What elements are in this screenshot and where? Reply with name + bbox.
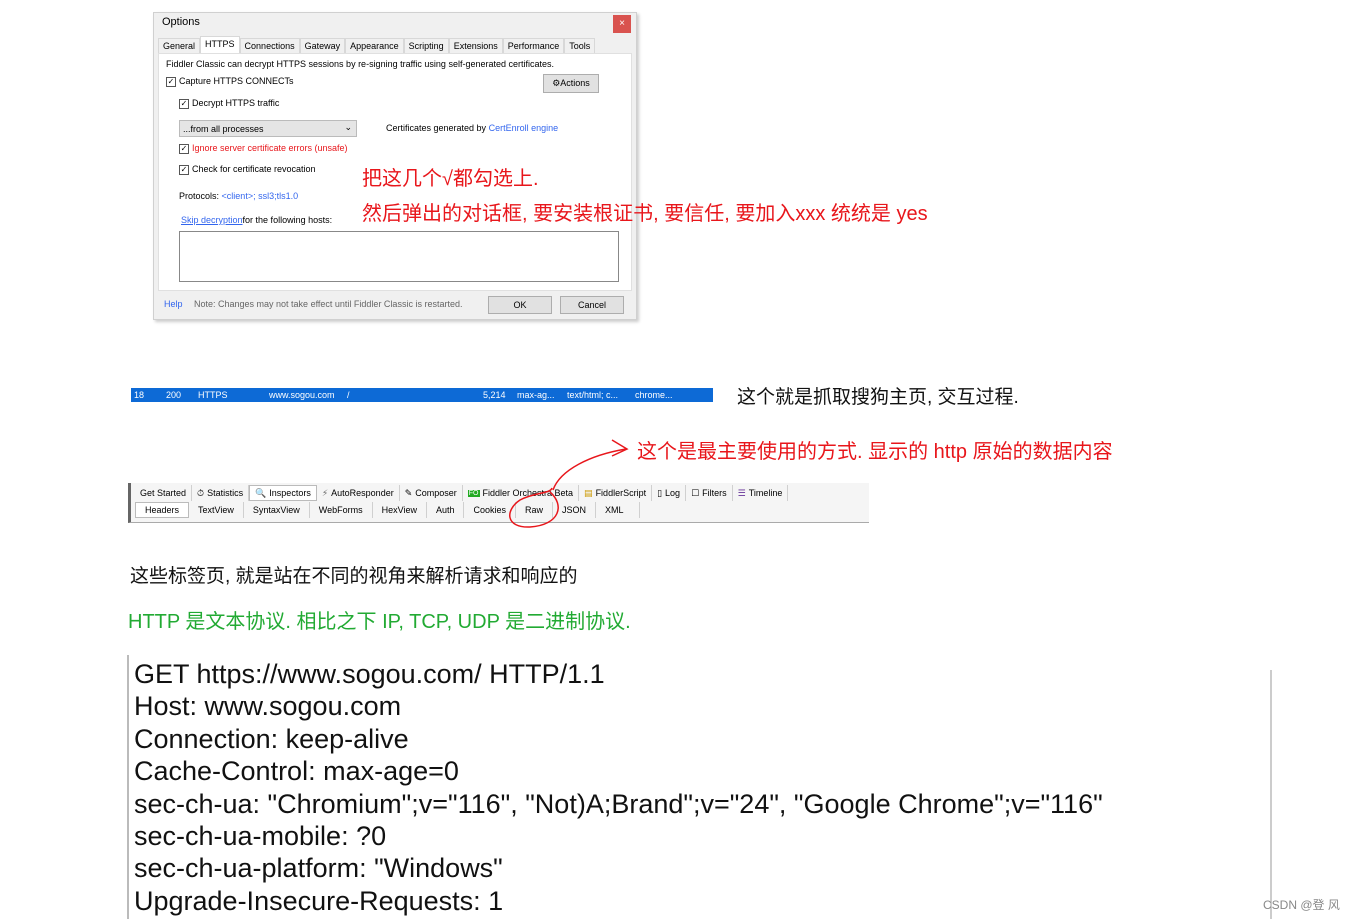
raw-line: Connection: keep-alive (134, 723, 409, 754)
http-text-protocol: HTTP 是文本协议. 相比之下 IP, TCP, UDP 是二进制协议. (128, 611, 631, 633)
watermark: CSDN @登 风 (1263, 898, 1340, 912)
raw-line: GET https://www.sogou.com/ HTTP/1.1 (134, 659, 605, 689)
raw-line: sec-ch-ua: "Chromium";v="116", "Not)A;Br… (134, 788, 1103, 819)
raw-line: Cache-Control: max-age=0 (134, 756, 459, 787)
scrollbar[interactable] (1270, 670, 1272, 919)
tabs-description: 这些标签页, 就是站在不同的视角来解析请求和响应的 (130, 566, 578, 587)
raw-request: GET https://www.sogou.com/ HTTP/1.1 Host:… (127, 655, 1273, 919)
arrow-head (611, 439, 629, 457)
raw-line: sec-ch-ua-mobile: ?0 (134, 821, 387, 852)
raw-line: Host: www.sogou.com (134, 691, 402, 722)
raw-line: Upgrade-Insecure-Requests: 1 (134, 885, 504, 916)
raw-line: sec-ch-ua-platform: "Windows" (134, 853, 503, 884)
raw-circle (509, 487, 559, 528)
